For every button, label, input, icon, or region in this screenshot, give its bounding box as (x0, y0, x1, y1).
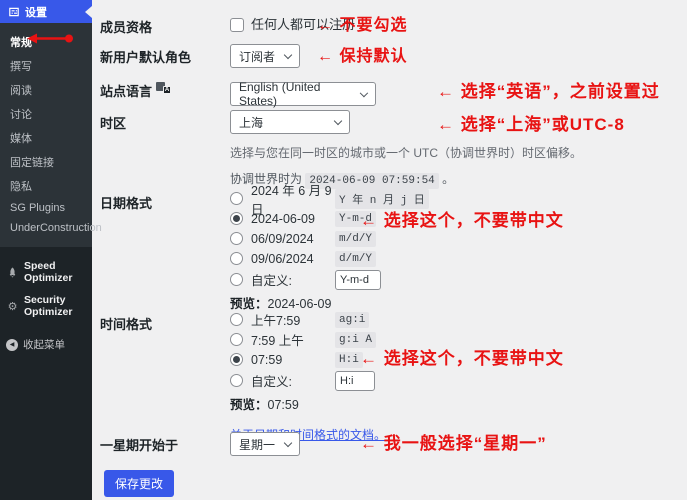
sidebar-item-permalinks[interactable]: 固定链接 (0, 150, 92, 174)
date-format-radio-0[interactable] (230, 192, 243, 205)
annotation-date-format: ← 选择这个，不要带中文 (360, 206, 564, 231)
annotation-site-language: ← 选择“英语”，之前设置过 (437, 77, 660, 102)
chevron-down-icon (284, 50, 292, 58)
security-optimizer-label: Security Optimizer (24, 294, 86, 318)
date-format-option: 06/09/2024 m/d/Y (230, 230, 687, 247)
date-format-label: 日期格式 (100, 190, 230, 312)
membership-label: 成员资格 (100, 14, 230, 36)
time-format-radio-2[interactable] (230, 353, 243, 366)
chevron-down-icon (284, 438, 292, 446)
time-format-radio-1[interactable] (230, 333, 243, 346)
site-language-label: 站点语言 (100, 81, 152, 100)
rocket-icon (6, 266, 19, 279)
collapse-menu-button[interactable]: ◀ 收起菜单 (0, 331, 92, 358)
date-format-custom-row: 自定义: (230, 271, 687, 288)
default-role-label: 新用户默认角色 (100, 44, 230, 68)
time-format-option: 上午7:59 ag:i (230, 311, 687, 328)
admin-sidebar: 设置 常规 撰写 阅读 讨论 媒体 固定链接 隐私 SG Plugins Und… (0, 0, 92, 500)
date-format-radio-custom[interactable] (230, 273, 243, 286)
time-format-preview: 预览：07:59 (230, 394, 687, 413)
annotation-week-start: ← 我一般选择“星期一” (360, 429, 547, 454)
annotation-default-role: ← 保持默认 (317, 42, 407, 66)
current-menu-notch (85, 6, 92, 18)
time-format-code-0: ag:i (335, 312, 369, 328)
date-format-code-2: m/d/Y (335, 231, 376, 247)
time-format-custom-input[interactable] (335, 371, 375, 391)
date-format-radio-2[interactable] (230, 232, 243, 245)
date-format-code-3: d/m/Y (335, 251, 376, 267)
sidebar-item-speed-optimizer[interactable]: Speed Optimizer (0, 255, 92, 289)
sidebar-item-general[interactable]: 常规 (0, 30, 92, 54)
time-format-radio-0[interactable] (230, 313, 243, 326)
site-language-value: English (United States) (239, 80, 351, 108)
timezone-select[interactable]: 上海 (230, 110, 350, 134)
sidebar-item-sg-plugins[interactable]: SG Plugins (0, 198, 92, 218)
settings-form: 成员资格 任何人都可以注册 新用户默认角色 订阅者 站点语言 A English… (92, 0, 687, 500)
annotation-membership: ← 不要勾选 (317, 11, 407, 35)
time-format-radio-custom[interactable] (230, 374, 243, 387)
annotation-arrow-general (26, 32, 74, 45)
week-start-value: 星期一 (239, 436, 275, 453)
speed-optimizer-label: Speed Optimizer (24, 260, 86, 284)
date-format-option: 2024 年 6 月 9 日 Y 年 n 月 j 日 (230, 190, 687, 207)
chevron-down-icon (334, 116, 342, 124)
timezone-value: 上海 (239, 114, 263, 131)
annotation-time-format: ← 选择这个，不要带中文 (360, 344, 564, 369)
gear-icon: ⚙ (6, 300, 19, 313)
sidebar-item-settings[interactable]: 设置 (0, 0, 92, 23)
date-format-custom-input[interactable] (335, 270, 381, 290)
sidebar-settings-label: 设置 (25, 4, 47, 20)
timezone-label: 时区 (100, 110, 230, 187)
date-format-option: 09/06/2024 d/m/Y (230, 250, 687, 267)
save-changes-button[interactable]: 保存更改 (104, 470, 174, 497)
time-format-label: 时间格式 (100, 311, 230, 444)
sidebar-item-privacy[interactable]: 隐私 (0, 174, 92, 198)
date-format-radio-3[interactable] (230, 252, 243, 265)
time-format-code-2: H:i (335, 352, 363, 368)
sidebar-item-underconstruction[interactable]: UnderConstruction (0, 218, 92, 238)
annotation-timezone: ← 选择“上海”或UTC-8 (437, 110, 625, 135)
settings-submenu: 常规 撰写 阅读 讨论 媒体 固定链接 隐私 SG Plugins UnderC… (0, 23, 92, 247)
week-start-select[interactable]: 星期一 (230, 432, 300, 456)
date-format-radio-1[interactable] (230, 212, 243, 225)
translation-icon: A (156, 82, 171, 94)
collapse-arrow-icon: ◀ (6, 339, 18, 351)
timezone-description: 选择与您在同一时区的城市或一个 UTC（协调世界时）时区偏移。 (230, 144, 687, 161)
membership-checkbox[interactable] (230, 18, 244, 32)
week-start-label: 一星期开始于 (100, 432, 230, 456)
collapse-menu-label: 收起菜单 (23, 337, 65, 352)
sidebar-item-reading[interactable]: 阅读 (0, 78, 92, 102)
settings-icon (7, 5, 20, 18)
default-role-select[interactable]: 订阅者 (230, 44, 300, 68)
sidebar-item-discussion[interactable]: 讨论 (0, 102, 92, 126)
time-format-custom-row: 自定义: (230, 372, 687, 389)
sidebar-item-writing[interactable]: 撰写 (0, 54, 92, 78)
default-role-value: 订阅者 (239, 48, 275, 65)
site-language-select[interactable]: English (United States) (230, 82, 376, 106)
sidebar-item-media[interactable]: 媒体 (0, 126, 92, 150)
sidebar-item-security-optimizer[interactable]: ⚙ Security Optimizer (0, 289, 92, 323)
chevron-down-icon (360, 88, 368, 96)
